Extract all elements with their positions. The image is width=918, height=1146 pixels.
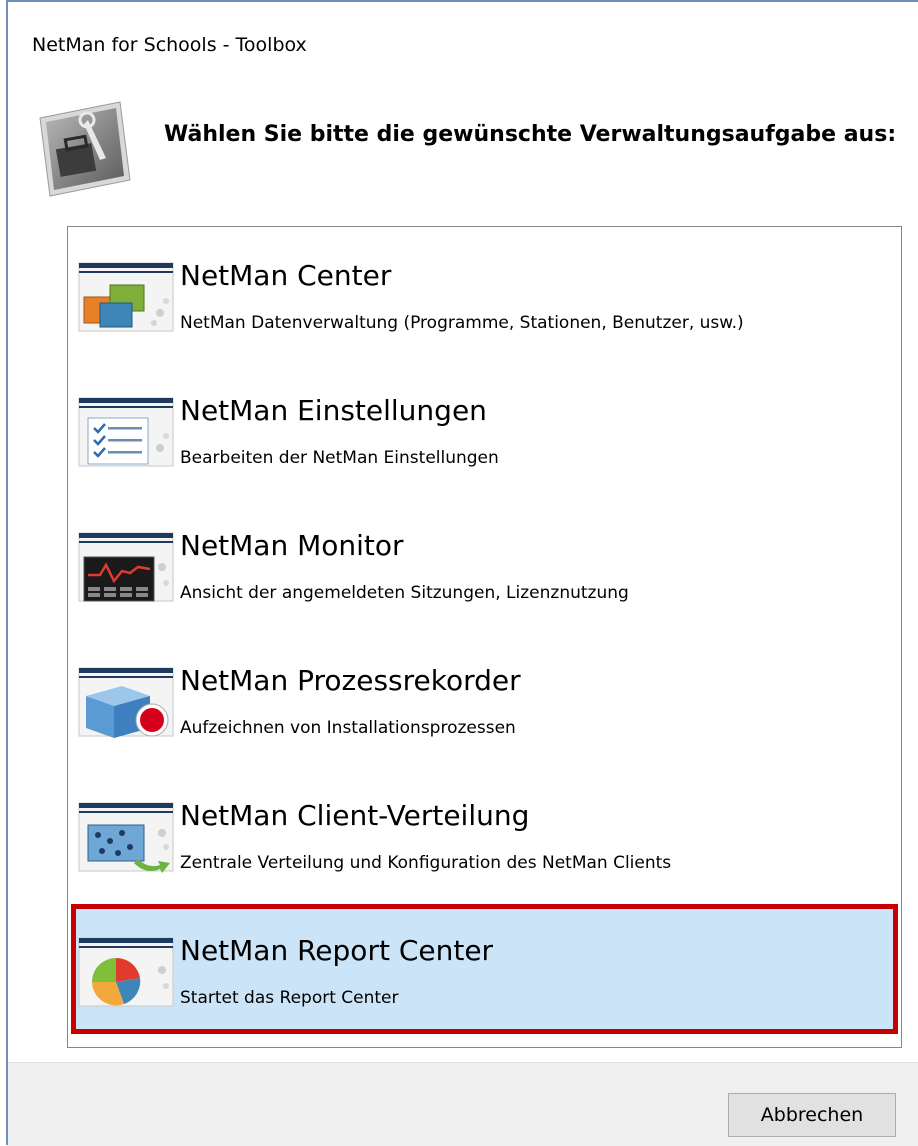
dialog-footer: Abbrechen [8, 1062, 918, 1146]
task-description: Zentrale Verteilung und Konfiguration de… [180, 853, 672, 873]
task-item-netman-prozessrekorder[interactable]: NetMan Prozessrekorder Aufzeichnen von I… [71, 634, 898, 764]
task-item-netman-report-center[interactable]: NetMan Report Center Startet das Report … [71, 904, 898, 1034]
window-title: NetMan for Schools - Toolbox [32, 34, 307, 56]
settings-checklist-icon [78, 397, 174, 467]
task-description: Aufzeichnen von Installationsprozessen [180, 718, 516, 738]
task-item-netman-einstellungen[interactable]: NetMan Einstellungen Bearbeiten der NetM… [71, 364, 898, 494]
process-recorder-icon [78, 667, 174, 738]
cancel-button[interactable]: Abbrechen [728, 1093, 896, 1137]
monitor-graph-icon [78, 532, 174, 602]
task-title: NetMan Prozessrekorder [180, 664, 521, 697]
task-item-netman-monitor[interactable]: NetMan Monitor Ansicht der angemeldeten … [71, 499, 898, 629]
task-item-netman-center[interactable]: NetMan Center NetMan Datenverwaltung (Pr… [71, 229, 898, 359]
toolbox-window: NetMan for Schools - Toolbox Wählen Sie … [0, 0, 918, 1146]
task-title: NetMan Client-Verteilung [180, 799, 530, 832]
task-description: Ansicht der angemeldeten Sitzungen, Lize… [180, 583, 629, 603]
task-title: NetMan Einstellungen [180, 394, 487, 427]
task-description: Bearbeiten der NetMan Einstellungen [180, 448, 499, 468]
toolbox-icon [39, 101, 131, 197]
window-border-top [6, 0, 918, 2]
task-title: NetMan Monitor [180, 529, 404, 562]
task-description: Startet das Report Center [180, 988, 399, 1008]
netman-center-icon [78, 262, 174, 332]
client-distribution-icon [78, 802, 174, 873]
report-pie-chart-icon [78, 937, 174, 1007]
task-item-netman-client-verteilung[interactable]: NetMan Client-Verteilung Zentrale Vertei… [71, 769, 898, 899]
task-title: NetMan Center [180, 259, 392, 292]
task-description: NetMan Datenverwaltung (Programme, Stati… [180, 313, 744, 333]
instruction-heading: Wählen Sie bitte die gewünschte Verwaltu… [164, 122, 897, 147]
task-title: NetMan Report Center [180, 934, 494, 967]
task-list: NetMan Center NetMan Datenverwaltung (Pr… [67, 226, 902, 1048]
window-border-left [6, 0, 8, 1145]
